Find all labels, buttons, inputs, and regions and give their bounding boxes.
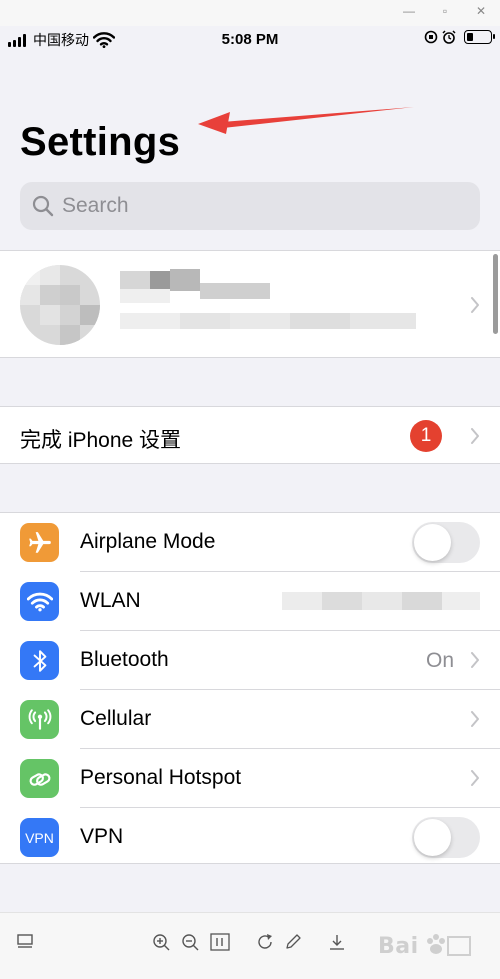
airplane-mode-toggle[interactable] — [412, 522, 480, 563]
annotation-arrow-icon — [198, 107, 414, 134]
edit-pencil-icon[interactable] — [284, 933, 302, 951]
zoom-out-icon[interactable] — [181, 933, 199, 951]
status-bar: 中国移动 5:08 PM — [0, 26, 500, 54]
orientation-lock-icon — [424, 30, 438, 44]
vpn-row[interactable]: VPN VPN — [0, 808, 500, 867]
thumbnail-view-icon[interactable] — [16, 933, 34, 951]
search-input[interactable] — [62, 194, 442, 218]
page-title: Settings — [20, 120, 181, 164]
apple-id-profile-row[interactable] — [0, 250, 500, 358]
chevron-right-icon — [471, 652, 479, 668]
minimize-icon[interactable]: — — [402, 4, 416, 18]
airplane-mode-label: Airplane Mode — [80, 530, 216, 553]
vpn-icon-text: VPN — [25, 829, 54, 846]
bluetooth-icon — [20, 641, 59, 680]
close-icon[interactable]: ✕ — [474, 4, 488, 18]
rotate-icon[interactable] — [256, 933, 274, 951]
maximize-icon[interactable]: ▫ — [438, 4, 452, 18]
wifi-icon — [20, 582, 59, 621]
cellular-row[interactable]: Cellular — [0, 690, 500, 749]
airplane-icon — [20, 523, 59, 562]
battery-icon — [464, 30, 495, 44]
bluetooth-row[interactable]: Bluetooth On — [0, 631, 500, 690]
chevron-right-icon — [471, 297, 479, 313]
finish-iphone-setup-row[interactable]: 完成 iPhone 设置 1 — [0, 406, 500, 464]
baidu-jingyan-watermark-logo: Bai — [378, 934, 471, 959]
vpn-icon: VPN — [20, 818, 59, 857]
chevron-right-icon — [471, 428, 479, 444]
personal-hotspot-row[interactable]: Personal Hotspot — [0, 749, 500, 808]
profile-name-pixelated — [120, 269, 270, 305]
setup-row-label: 完成 iPhone 设置 — [20, 429, 182, 452]
search-icon — [32, 195, 54, 217]
download-icon[interactable] — [328, 933, 346, 951]
chevron-right-icon — [471, 770, 479, 786]
actual-size-icon[interactable] — [210, 933, 230, 951]
wlan-label: WLAN — [80, 589, 141, 612]
zoom-in-icon[interactable] — [152, 933, 170, 951]
search-bar[interactable] — [20, 182, 480, 230]
profile-subtitle-pixelated — [120, 313, 416, 331]
viewer-toolbar: Bai — [0, 912, 500, 979]
airplane-mode-row[interactable]: Airplane Mode — [0, 513, 500, 572]
avatar — [20, 265, 100, 345]
scrollbar[interactable] — [493, 254, 498, 334]
svg-text:Bai: Bai — [378, 934, 419, 959]
notification-badge: 1 — [410, 420, 442, 452]
alarm-icon — [442, 30, 456, 44]
personal-hotspot-label: Personal Hotspot — [80, 766, 242, 789]
window-titlebar: — ▫ ✕ — [0, 0, 500, 26]
cellular-label: Cellular — [80, 707, 152, 730]
chevron-right-icon — [471, 711, 479, 727]
bluetooth-status-value: On — [425, 649, 454, 672]
vpn-toggle[interactable] — [412, 817, 480, 858]
cellular-antenna-icon — [20, 700, 59, 739]
bluetooth-label: Bluetooth — [80, 648, 169, 671]
hotspot-link-icon — [20, 759, 59, 798]
vpn-label: VPN — [80, 825, 124, 848]
wlan-row[interactable]: WLAN — [0, 572, 500, 631]
settings-list: Airplane Mode WLAN Bluetooth On Cellular… — [0, 512, 500, 864]
wlan-network-name-pixelated — [282, 592, 480, 610]
